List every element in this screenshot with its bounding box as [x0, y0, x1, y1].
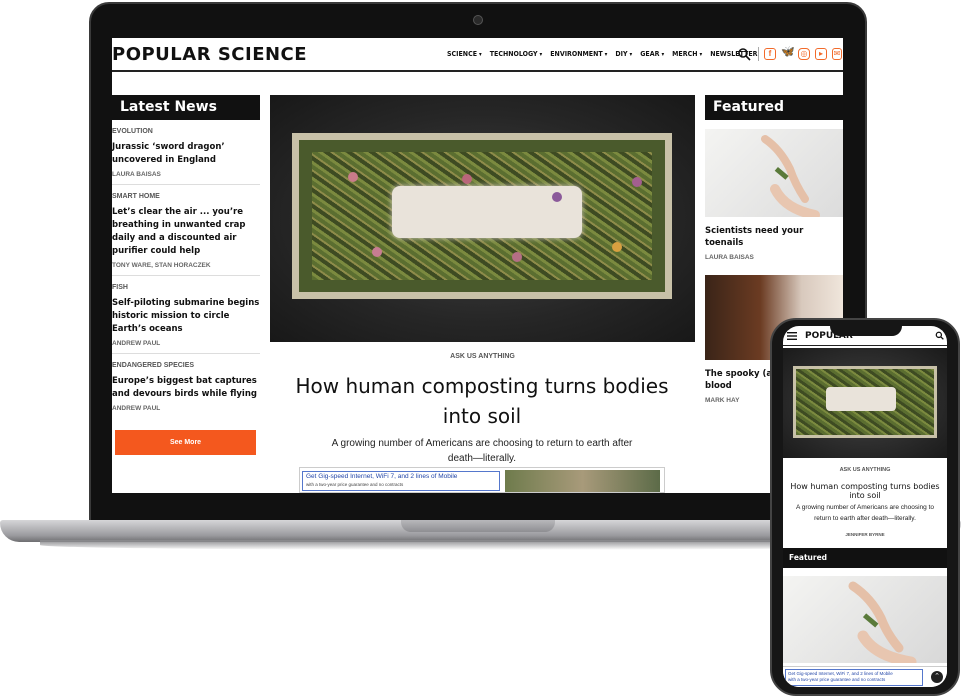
news-category[interactable]: ENDANGERED SPECIES	[112, 362, 260, 369]
email-icon[interactable]: ✉	[832, 48, 842, 60]
news-category[interactable]: SMART HOME	[112, 193, 260, 200]
facebook-icon[interactable]: f	[764, 48, 776, 60]
ad-text-box[interactable]: Get Gig-speed Internet, WiFi 7, and 2 li…	[302, 471, 500, 491]
phone-screen: POPULAR ASK US ANYTHING How human compos…	[783, 326, 947, 687]
shroud-shape	[826, 387, 896, 411]
list-item[interactable]: SMART HOME Let’s clear the air ... you’r…	[112, 185, 260, 276]
caret-down-icon: ▾	[539, 50, 543, 58]
nav-diy[interactable]: DIY ▾	[615, 50, 632, 58]
news-headline[interactable]: Europe’s biggest bat captures and devour…	[112, 375, 260, 401]
compost-vessel-image	[793, 366, 937, 438]
phone-story-byline[interactable]: JENNIFER BYRNE	[783, 532, 947, 537]
hamburger-menu-icon[interactable]	[787, 332, 797, 340]
nav-environment[interactable]: ENVIRONMENT ▾	[550, 50, 607, 58]
news-headline[interactable]: Self-piloting submarine begins historic …	[112, 297, 260, 336]
caret-down-icon: ▾	[604, 50, 608, 58]
featured-headline[interactable]: Scientists need your toenails	[705, 225, 843, 249]
phone-featured-heading: Featured	[783, 548, 947, 568]
news-byline[interactable]: ANDREW PAUL	[112, 405, 260, 412]
hero-image[interactable]	[270, 95, 695, 342]
flower-shape	[462, 174, 472, 184]
caret-down-icon: ▾	[629, 50, 633, 58]
phone-ad-banner[interactable]: Get Gig-speed Internet, WiFi 7, and 2 li…	[783, 666, 947, 687]
ad-line-1: Get Gig-speed Internet, WiFi 7, and 2 li…	[306, 473, 458, 480]
ad-line-2: with a two-year price guarantee and no c…	[306, 482, 404, 487]
phone-story-headline[interactable]: How human composting turns bodies into s…	[789, 482, 941, 500]
news-byline[interactable]: LAURA BAISAS	[112, 171, 260, 178]
flower-shape	[632, 177, 642, 187]
ad-banner[interactable]: Get Gig-speed Internet, WiFi 7, and 2 li…	[299, 467, 665, 493]
phone-story-dek: A growing number of Americans are choosi…	[795, 504, 935, 522]
flower-shape	[372, 247, 382, 257]
news-category[interactable]: EVOLUTION	[112, 128, 260, 135]
webcam-icon	[473, 15, 483, 25]
news-headline[interactable]: Let’s clear the air ... you’re breathing…	[112, 206, 260, 258]
header-divider	[758, 47, 759, 61]
phone-story-kicker[interactable]: ASK US ANYTHING	[783, 467, 947, 473]
main-nav: SCIENCE ▾ TECHNOLOGY ▾ ENVIRONMENT ▾ DIY ▾ G…	[447, 50, 757, 58]
scroll-up-icon[interactable]: ⌃	[931, 671, 943, 683]
phone-ad-text[interactable]: Get Gig-speed Internet, WiFi 7, and 2 li…	[785, 669, 923, 686]
news-byline[interactable]: ANDREW PAUL	[112, 340, 260, 347]
hands-tweezers-icon	[848, 581, 917, 668]
hands-tweezers-icon	[761, 135, 820, 220]
featured-byline[interactable]: LAURA BAISAS	[705, 254, 843, 261]
phone-featured-image[interactable]	[783, 576, 947, 668]
ad-line-2: with a two-year price guarantee and no c…	[788, 677, 886, 682]
flower-shape	[348, 172, 358, 182]
phone-notch	[830, 322, 902, 336]
see-more-button[interactable]: See More	[115, 430, 256, 455]
laptop-notch	[401, 520, 555, 532]
bluesky-icon[interactable]: 🦋	[781, 47, 795, 60]
caret-down-icon: ▾	[699, 50, 703, 58]
news-byline[interactable]: TONY WARE, STAN HORACZEK	[112, 262, 260, 269]
search-icon[interactable]	[737, 47, 751, 61]
story-headline[interactable]: How human composting turns bodies into s…	[292, 371, 672, 431]
story-dek: A growing number of Americans are choosi…	[331, 438, 633, 464]
story-kicker[interactable]: ASK US ANYTHING	[270, 353, 695, 360]
list-item[interactable]: ENDANGERED SPECIES Europe’s biggest bat …	[112, 354, 260, 418]
caret-down-icon: ▾	[661, 50, 665, 58]
laptop-screen: POPULAR SCIENCE SCIENCE ▾ TECHNOLOGY ▾ ENV…	[112, 38, 843, 493]
latest-news-column: Latest News EVOLUTION Jurassic ‘sword dr…	[112, 95, 260, 418]
ad-image[interactable]	[505, 470, 660, 492]
nav-technology[interactable]: TECHNOLOGY ▾	[490, 50, 543, 58]
nav-gear[interactable]: GEAR ▾	[640, 50, 664, 58]
flower-shape	[612, 242, 622, 252]
list-item[interactable]: FISH Self-piloting submarine begins hist…	[112, 276, 260, 354]
soil-texture	[312, 152, 652, 280]
featured-heading: Featured	[705, 95, 843, 120]
youtube-icon[interactable]: ▸	[815, 48, 827, 60]
compost-vessel-image	[292, 133, 672, 299]
latest-news-heading: Latest News	[112, 95, 260, 120]
site-header: POPULAR SCIENCE SCIENCE ▾ TECHNOLOGY ▾ ENV…	[112, 38, 843, 72]
site-logo[interactable]: POPULAR SCIENCE	[112, 44, 307, 65]
flower-shape	[552, 192, 562, 202]
nav-merch[interactable]: MERCH ▾	[672, 50, 702, 58]
search-icon[interactable]	[935, 331, 944, 340]
phone-hero-image[interactable]	[783, 348, 947, 458]
list-item[interactable]: EVOLUTION Jurassic ‘sword dragon’ uncove…	[112, 120, 260, 185]
instagram-icon[interactable]: ◎	[798, 48, 810, 60]
news-category[interactable]: FISH	[112, 284, 260, 291]
news-headline[interactable]: Jurassic ‘sword dragon’ uncovered in Eng…	[112, 141, 260, 167]
nav-science[interactable]: SCIENCE ▾	[447, 50, 482, 58]
featured-image-toenails[interactable]	[705, 129, 843, 220]
flower-shape	[512, 252, 522, 262]
caret-down-icon: ▾	[479, 50, 482, 58]
